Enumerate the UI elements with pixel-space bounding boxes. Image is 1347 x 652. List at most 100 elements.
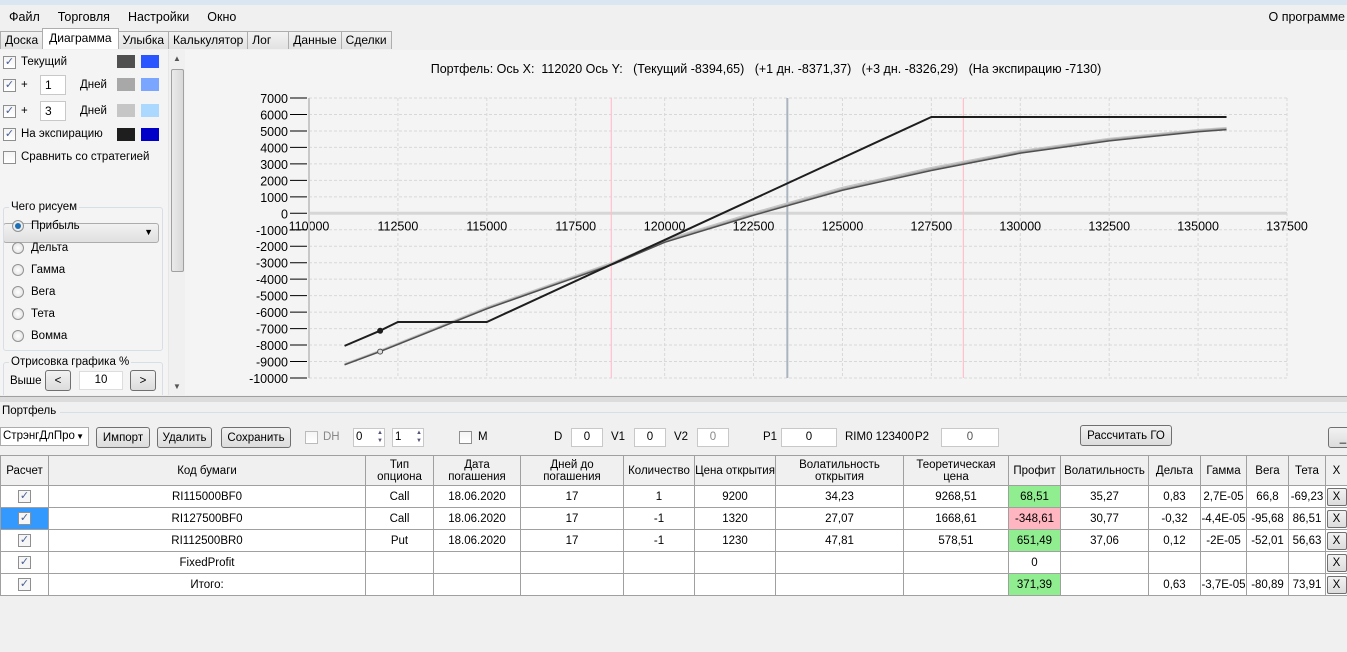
decrease-button[interactable]: <: [45, 370, 71, 391]
compare-checkbox[interactable]: [3, 150, 16, 164]
table-row[interactable]: ✓ RI112500BR0 Put 18.06.2020 17 -1 1230 47,81 57…: [0, 529, 1347, 552]
dh-checkbox[interactable]: [305, 431, 318, 444]
import-button[interactable]: Импорт: [96, 427, 150, 448]
tab-deals[interactable]: Сделки: [340, 31, 392, 49]
spinner-arrows-icon[interactable]: ▲ ▼: [377, 429, 383, 445]
tab-data[interactable]: Данные: [288, 31, 342, 49]
calc-checkbox[interactable]: ✓: [18, 534, 31, 547]
header-col-theta[interactable]: Тета: [1288, 455, 1326, 486]
minimize-panel-button[interactable]: _: [1328, 427, 1347, 448]
plus1-alt-color-swatch[interactable]: [141, 78, 159, 91]
menu-trading[interactable]: Торговля: [49, 10, 119, 24]
calc-checkbox[interactable]: ✓: [18, 512, 31, 525]
cell-col-calc[interactable]: ✓: [0, 507, 49, 530]
tab-calculator[interactable]: Калькулятор: [168, 31, 249, 49]
m-checkbox[interactable]: [459, 431, 472, 444]
plus1-checkbox[interactable]: ✓: [3, 78, 16, 92]
p2-input[interactable]: 0: [941, 428, 999, 447]
plus3-checkbox[interactable]: ✓: [3, 104, 16, 118]
radio-gamma[interactable]: [12, 264, 24, 276]
plus3-alt-color-swatch[interactable]: [141, 104, 159, 117]
tab-log[interactable]: Лог: [247, 31, 290, 49]
calc-margin-button[interactable]: Рассчитать ГО: [1080, 425, 1172, 446]
header-col-code[interactable]: Код бумаги: [48, 455, 366, 486]
plus3-days-input[interactable]: 3: [40, 101, 66, 121]
header-col-theo-price[interactable]: Теоретическая цена: [903, 455, 1009, 486]
tab-smile[interactable]: Улыбка: [117, 31, 170, 49]
cell-col-remove[interactable]: X: [1325, 507, 1347, 530]
remove-row-button[interactable]: X: [1326, 509, 1347, 528]
header-col-open-price[interactable]: Цена открытия: [694, 455, 776, 486]
cell-col-calc[interactable]: ✓: [0, 551, 49, 574]
panel-splitter[interactable]: [0, 396, 1347, 402]
d-input[interactable]: 0: [571, 428, 603, 447]
header-col-days[interactable]: Дней до погашения: [520, 455, 624, 486]
above-value[interactable]: 10: [79, 371, 123, 390]
table-row[interactable]: ✓ FixedProfit 0 X: [0, 551, 1347, 574]
radio-vega[interactable]: [12, 286, 24, 298]
remove-row-button[interactable]: X: [1326, 531, 1347, 550]
cell-col-calc[interactable]: ✓: [0, 485, 49, 508]
v1-input[interactable]: 0: [634, 428, 666, 447]
plus3-color-swatch[interactable]: [117, 104, 135, 117]
table-row[interactable]: ✓ RI115000BF0 Call 18.06.2020 17 1 9200 34,23 92…: [0, 485, 1347, 508]
v2-input[interactable]: 0: [697, 428, 729, 447]
header-col-gamma[interactable]: Гамма: [1200, 455, 1247, 486]
tab-board[interactable]: Доска: [0, 31, 44, 49]
header-col-open-vol[interactable]: Волатильность открытия: [775, 455, 904, 486]
remove-row-button[interactable]: X: [1326, 553, 1347, 572]
remove-row-button[interactable]: X: [1326, 487, 1347, 506]
header-col-expiry[interactable]: Дата погашения: [433, 455, 521, 486]
dh-spin-2[interactable]: 1 ▲ ▼: [392, 428, 424, 447]
plus1-days-input[interactable]: 1: [40, 75, 66, 95]
cell-col-calc[interactable]: ✓: [0, 573, 49, 596]
cell-col-calc[interactable]: ✓: [0, 529, 49, 552]
dh-spin-1[interactable]: 0 ▲ ▼: [353, 428, 385, 447]
current-checkbox[interactable]: ✓: [3, 55, 16, 69]
spinner-arrows-icon[interactable]: ▲ ▼: [416, 429, 422, 445]
scroll-down-icon[interactable]: ▼: [173, 382, 181, 391]
p1-input[interactable]: 0: [781, 428, 837, 447]
menu-about[interactable]: О программе: [1269, 10, 1345, 24]
expiry-alt-color-swatch[interactable]: [141, 128, 159, 141]
header-col-calc[interactable]: Расчет: [0, 455, 49, 486]
cell-col-remove[interactable]: X: [1325, 485, 1347, 508]
cell-col-remove[interactable]: X: [1325, 573, 1347, 596]
cell-col-remove[interactable]: X: [1325, 551, 1347, 574]
radio-theta[interactable]: [12, 308, 24, 320]
current-color-swatch[interactable]: [117, 55, 135, 68]
save-button[interactable]: Сохранить: [221, 427, 291, 448]
tab-diagram[interactable]: Диаграмма: [42, 28, 119, 49]
header-col-vol[interactable]: Волатильность: [1060, 455, 1149, 486]
table-row[interactable]: ✓ Итого: 371,39 0,63 -3,7E-05 -80,89 73,91 X: [0, 573, 1347, 596]
scroll-up-icon[interactable]: ▲: [173, 54, 181, 63]
remove-row-button[interactable]: X: [1326, 575, 1347, 594]
header-col-qty[interactable]: Количество: [623, 455, 695, 486]
calc-checkbox[interactable]: ✓: [18, 578, 31, 591]
calc-checkbox[interactable]: ✓: [18, 490, 31, 503]
header-col-vega[interactable]: Вега: [1246, 455, 1289, 486]
table-row[interactable]: ✓ RI127500BF0 Call 18.06.2020 17 -1 1320 27,07 1…: [0, 507, 1347, 530]
cell-col-remove[interactable]: X: [1325, 529, 1347, 552]
left-panel-scrollbar[interactable]: ▲ ▼: [168, 50, 185, 395]
expiry-color-swatch[interactable]: [117, 128, 135, 141]
expiry-checkbox[interactable]: ✓: [3, 127, 16, 141]
header-col-remove[interactable]: X: [1325, 455, 1347, 486]
plus1-color-swatch[interactable]: [117, 78, 135, 91]
menu-settings[interactable]: Настройки: [119, 10, 198, 24]
radio-delta[interactable]: [12, 242, 24, 254]
header-col-type[interactable]: Тип опциона: [365, 455, 434, 486]
header-col-profit[interactable]: Профит: [1008, 455, 1061, 486]
strategy-dropdown[interactable]: СтрэнгДлПро ▼: [0, 427, 89, 446]
header-col-delta[interactable]: Дельта: [1148, 455, 1201, 486]
profit-chart[interactable]: Портфель: Ось X: 112020 Ось Y: (Текущий …: [185, 50, 1347, 395]
scroll-thumb[interactable]: [171, 69, 184, 272]
radio-profit[interactable]: [12, 220, 24, 232]
radio-vomma[interactable]: [12, 330, 24, 342]
delete-button[interactable]: Удалить: [157, 427, 212, 448]
menu-file[interactable]: Файл: [0, 10, 49, 24]
current-alt-color-swatch[interactable]: [141, 55, 159, 68]
calc-checkbox[interactable]: ✓: [18, 556, 31, 569]
menu-window[interactable]: Окно: [198, 10, 245, 24]
increase-button[interactable]: >: [130, 370, 156, 391]
